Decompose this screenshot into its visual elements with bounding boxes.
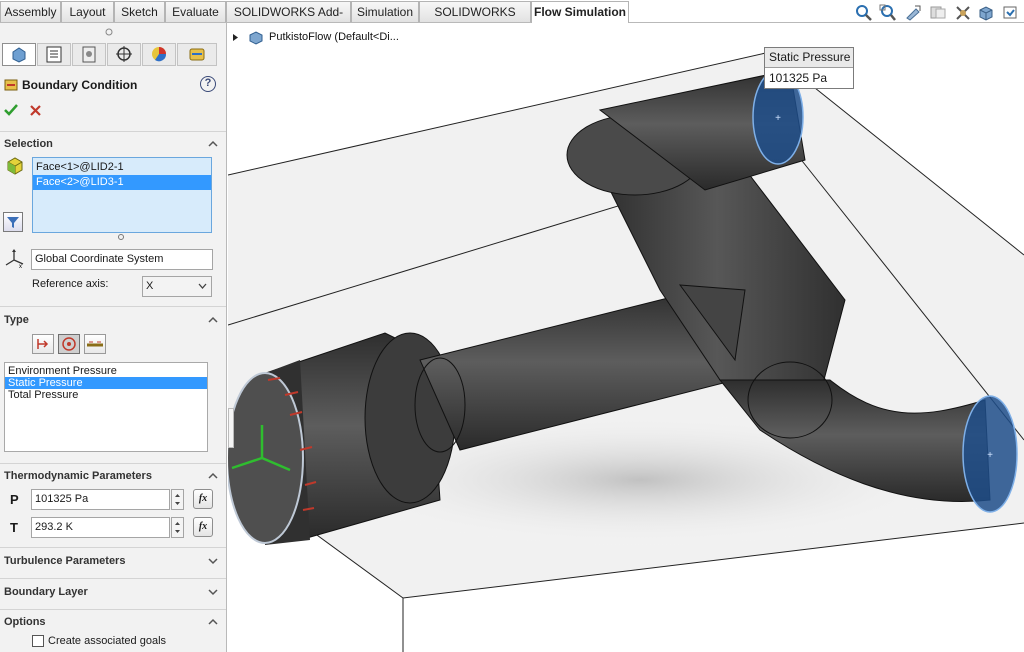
option-total-pressure[interactable]: Total Pressure bbox=[5, 389, 207, 401]
tab-flow-simulation-analysis[interactable] bbox=[177, 43, 217, 66]
dimxpert-icon bbox=[116, 46, 132, 62]
hide-show-icon[interactable] bbox=[954, 4, 972, 21]
type-header[interactable]: Type bbox=[4, 314, 29, 326]
pressure-spinner[interactable] bbox=[171, 489, 184, 510]
turbulence-header[interactable]: Turbulence Parameters bbox=[4, 555, 125, 567]
temperature-symbol: T bbox=[10, 520, 18, 535]
temperature-spinner[interactable] bbox=[171, 517, 184, 538]
flow-openings-icon bbox=[37, 339, 49, 349]
pressure-openings-icon bbox=[62, 337, 76, 351]
panel-collapse-handle-icon[interactable] bbox=[105, 28, 113, 36]
feature-tree-icon bbox=[12, 47, 26, 63]
option-static-pressure[interactable]: Static Pressure bbox=[5, 377, 207, 389]
svg-text:x: x bbox=[19, 264, 22, 268]
chevron-up-icon[interactable] bbox=[208, 617, 218, 627]
coordinate-system-icon: x bbox=[5, 249, 24, 268]
chevron-down-icon[interactable] bbox=[208, 556, 218, 566]
tab-flow-simulation[interactable]: Flow Simulation bbox=[531, 1, 629, 23]
solidworks-window: Assembly Layout Sketch Evaluate SOLIDWOR… bbox=[0, 0, 1024, 652]
viewport-resize-handle[interactable] bbox=[228, 408, 234, 448]
graphics-viewport[interactable]: + + PutkistoFlow (Default<Di... bbox=[228, 23, 1024, 652]
chevron-down-icon[interactable] bbox=[208, 587, 218, 597]
zoom-area-icon[interactable] bbox=[879, 4, 897, 21]
panel-title: Boundary Condition bbox=[22, 78, 138, 92]
selection-header[interactable]: Selection bbox=[4, 138, 53, 150]
section-view-icon[interactable] bbox=[929, 4, 947, 21]
wall-button[interactable] bbox=[84, 334, 106, 354]
display-manager-icon bbox=[152, 47, 167, 62]
tab-layout[interactable]: Layout bbox=[61, 1, 114, 22]
pressure-symbol: P bbox=[10, 492, 19, 507]
option-environment-pressure[interactable]: Environment Pressure bbox=[5, 365, 207, 377]
tab-configuration-manager[interactable] bbox=[72, 43, 106, 66]
coordinate-system-field[interactable]: Global Coordinate System bbox=[31, 249, 213, 270]
configuration-manager-icon bbox=[82, 46, 96, 63]
tab-feature-manager[interactable] bbox=[2, 43, 36, 66]
callout-title: Static Pressure bbox=[765, 48, 853, 68]
spinner-arrows-icon bbox=[175, 522, 180, 533]
expand-arrow-icon[interactable] bbox=[232, 33, 240, 42]
svg-text:+: + bbox=[775, 113, 781, 124]
tab-solidworks-mbd[interactable]: SOLIDWORKS MBD bbox=[419, 1, 531, 39]
face-item-1[interactable]: Face<1>@LID2-1 bbox=[33, 160, 211, 175]
pressure-input[interactable]: 101325 Pa bbox=[31, 489, 170, 510]
pressure-openings-button[interactable] bbox=[58, 334, 80, 354]
list-resize-handle-icon[interactable] bbox=[117, 233, 125, 241]
selected-faces-list[interactable]: Face<1>@LID2-1 Face<2>@LID3-1 bbox=[32, 157, 212, 233]
help-button[interactable]: ? bbox=[200, 76, 216, 92]
pressure-type-list[interactable]: Environment Pressure Static Pressure Tot… bbox=[4, 362, 208, 452]
display-style-icon[interactable] bbox=[977, 4, 995, 21]
cancel-x-icon[interactable] bbox=[30, 105, 41, 116]
pressure-fx-button[interactable]: fx bbox=[193, 489, 213, 509]
wall-icon bbox=[87, 341, 103, 347]
property-manager-icon bbox=[46, 46, 62, 63]
temperature-input[interactable]: 293.2 K bbox=[31, 517, 170, 538]
selection-filter-button[interactable] bbox=[3, 212, 23, 232]
tab-assembly[interactable]: Assembly bbox=[0, 1, 61, 22]
face-selection-icon bbox=[7, 157, 23, 175]
filter-icon bbox=[7, 217, 19, 228]
tab-simulation[interactable]: Simulation bbox=[351, 1, 419, 22]
thermodynamic-header[interactable]: Thermodynamic Parameters bbox=[4, 470, 152, 482]
tab-display-manager[interactable] bbox=[142, 43, 176, 66]
previous-view-icon[interactable] bbox=[904, 4, 922, 21]
command-tabs: Assembly Layout Sketch Evaluate SOLIDWOR… bbox=[0, 0, 1024, 39]
tab-dimxpert-manager[interactable] bbox=[107, 43, 141, 66]
tree-root-label[interactable]: PutkistoFlow (Default<Di... bbox=[269, 31, 399, 43]
tab-solidworks-addins[interactable]: SOLIDWORKS Add-Ins bbox=[226, 1, 351, 39]
create-goals-checkbox[interactable] bbox=[32, 635, 44, 647]
static-pressure-callout[interactable]: Static Pressure 101325 Pa bbox=[764, 47, 854, 89]
chevron-down-icon bbox=[198, 283, 207, 289]
ok-checkmark-icon[interactable] bbox=[4, 104, 18, 116]
reference-axis-select[interactable]: X bbox=[142, 276, 212, 297]
boundary-layer-header[interactable]: Boundary Layer bbox=[4, 586, 88, 598]
tab-sketch[interactable]: Sketch bbox=[114, 1, 165, 22]
chevron-up-icon[interactable] bbox=[208, 315, 218, 325]
chevron-up-icon[interactable] bbox=[208, 471, 218, 481]
flow-analysis-tree-icon bbox=[189, 48, 205, 61]
tab-property-manager[interactable] bbox=[37, 43, 71, 66]
callout-value: 101325 Pa bbox=[769, 71, 828, 85]
face-item-2[interactable]: Face<2>@LID3-1 bbox=[33, 175, 211, 190]
create-goals-label: Create associated goals bbox=[48, 635, 167, 647]
pipe-model-3d[interactable]: + + bbox=[228, 23, 1024, 652]
temperature-fx-button[interactable]: fx bbox=[193, 517, 213, 537]
boundary-condition-icon bbox=[4, 79, 18, 91]
view-orientation-icon[interactable] bbox=[1002, 4, 1020, 21]
zoom-to-fit-icon[interactable] bbox=[855, 4, 873, 21]
reference-axis-value: X bbox=[146, 280, 154, 292]
reference-axis-label: Reference axis: bbox=[32, 278, 109, 290]
svg-text:+: + bbox=[987, 450, 993, 461]
property-manager-panel: Boundary Condition ? Selection Face<1>@L… bbox=[0, 23, 227, 652]
chevron-up-icon[interactable] bbox=[208, 139, 218, 149]
assembly-icon bbox=[249, 31, 263, 45]
options-header[interactable]: Options bbox=[4, 616, 46, 628]
tab-evaluate[interactable]: Evaluate bbox=[165, 1, 226, 22]
spinner-arrows-icon bbox=[175, 494, 180, 505]
flow-openings-button[interactable] bbox=[32, 334, 54, 354]
